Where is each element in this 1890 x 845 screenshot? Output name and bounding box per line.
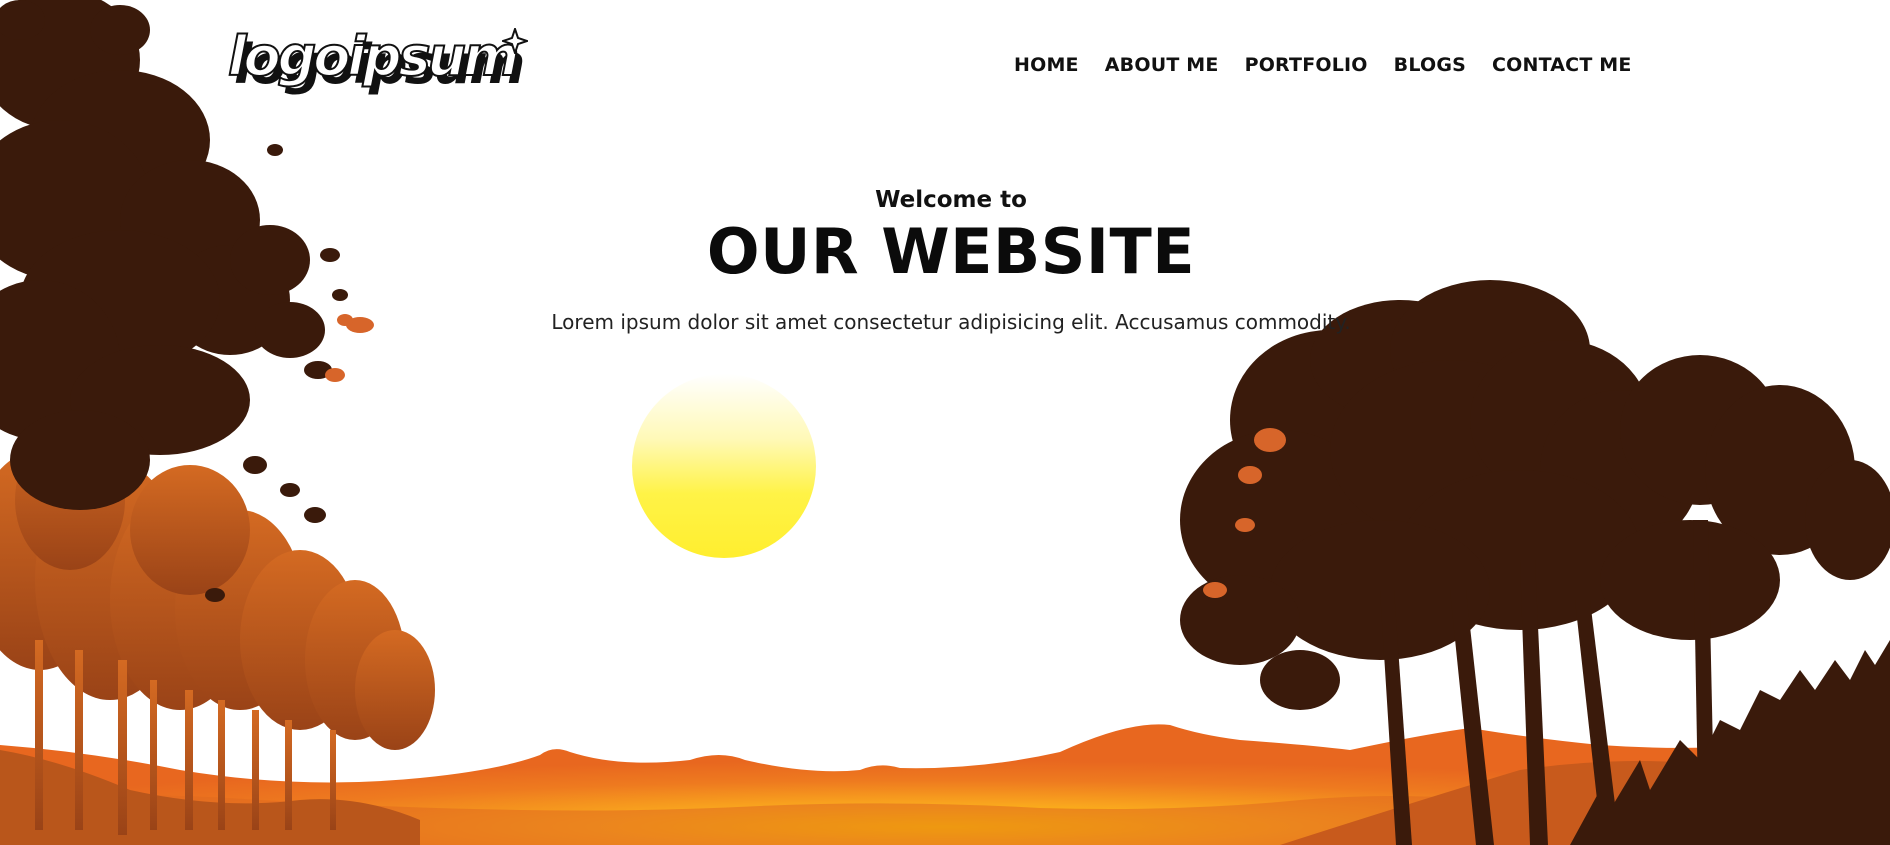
nav-link-home[interactable]: HOME — [1014, 52, 1079, 79]
logo-text: logoipsum — [227, 25, 520, 88]
sun — [632, 374, 816, 558]
hero-section: Welcome to OUR WEBSITE Lorem ipsum dolor… — [0, 183, 1890, 336]
nav-link-portfolio[interactable]: PORTFOLIO — [1245, 52, 1368, 79]
grass-right — [1570, 640, 1890, 845]
hero-eyebrow: Welcome to — [875, 187, 1027, 213]
nav-link-about-me[interactable]: ABOUT ME — [1105, 52, 1219, 79]
logo[interactable]: logoipsum logoipsum — [227, 25, 528, 106]
hero-description: Lorem ipsum dolor sit amet consectetur a… — [551, 309, 1351, 334]
nav-link-blogs[interactable]: BLOGS — [1394, 52, 1466, 79]
main-nav: HOME ABOUT ME PORTFOLIO BLOGS CONTACT ME — [1014, 52, 1632, 79]
hero-title: OUR WEBSITE — [706, 214, 1196, 288]
site-header: logoipsum logoipsum HOME ABOUT ME PORTFO… — [0, 0, 1890, 140]
sparkle-icon — [502, 28, 528, 54]
nav-link-contact-me[interactable]: CONTACT ME — [1492, 52, 1632, 79]
